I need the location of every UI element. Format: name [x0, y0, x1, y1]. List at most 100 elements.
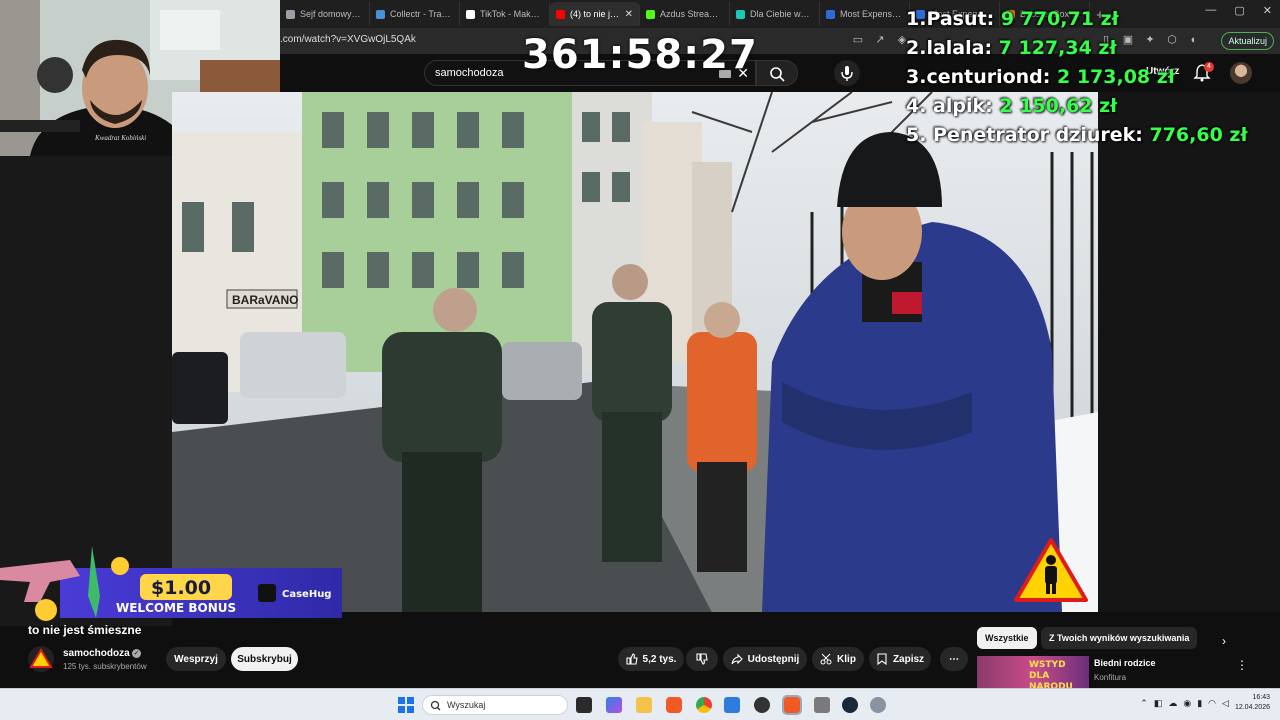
thumbnail-text: WSTYD DLA NARODU — [1029, 660, 1073, 688]
recommendation-title[interactable]: Biedni rodzice — [1094, 658, 1156, 668]
search-icon — [770, 67, 785, 82]
cloud-icon[interactable]: ☁ — [1168, 698, 1177, 709]
save-label: Zapisz — [892, 653, 925, 665]
leaderboard-row: 1.Pasut: 9 770,71 zł — [906, 8, 1119, 30]
ad-brand: CaseHug — [282, 589, 331, 600]
tray-chevron-icon[interactable]: ⌃ — [1140, 698, 1148, 709]
stream-timer: 361:58:27 — [522, 32, 758, 78]
system-tray: ⌃ ◧ ☁ ◉ ▮ ◠ ◁ 16:43 12.04.2026 — [1140, 693, 1270, 713]
voice-search-button[interactable] — [834, 60, 860, 86]
taskbar-search[interactable]: Wyszukaj — [422, 695, 568, 715]
video-player[interactable]: BARaVANO — [172, 92, 1098, 612]
tab-favicon-icon — [286, 9, 295, 19]
ad-amount: $1.00 — [151, 577, 211, 599]
store-icon[interactable] — [724, 697, 740, 713]
chip-from-search[interactable]: Z Twoich wyników wyszukiwania — [1041, 627, 1198, 649]
share-label: Udostępnij — [747, 653, 800, 665]
more-actions-button[interactable]: ⋯ — [940, 647, 968, 671]
save-button[interactable]: Zapisz — [869, 647, 931, 671]
chrome-icon[interactable] — [696, 697, 712, 713]
leaderboard-row: 2.lalala: 7 127,34 zł — [906, 37, 1117, 59]
calculator-icon[interactable] — [814, 697, 830, 713]
volume-icon[interactable]: ◁ — [1222, 698, 1229, 709]
taskbar-search-icon — [430, 700, 441, 711]
mic-tray-icon[interactable]: ▮ — [1197, 698, 1202, 709]
browser-tab-active[interactable]: (4) to nie jest ✕ — [550, 2, 640, 26]
network-icon[interactable]: ◉ — [1183, 698, 1191, 709]
support-button[interactable]: Wesprzyj — [166, 647, 226, 671]
clock-time: 16:43 — [1252, 694, 1270, 701]
verified-icon: ✓ — [132, 649, 141, 658]
windows-start-icon[interactable] — [398, 697, 414, 713]
clip-button[interactable]: Klip — [812, 647, 864, 671]
tab-favicon-icon — [826, 9, 835, 19]
ad-tagline: WELCOME BONUS — [116, 601, 236, 615]
recommendation-thumbnail[interactable]: WSTYD DLA NARODU — [977, 656, 1089, 688]
brave-active-icon[interactable] — [782, 695, 802, 715]
video-frame: BARaVANO — [172, 92, 1098, 612]
leaderboard-row: 3.centuriond: 2 173,08 zł — [906, 66, 1175, 88]
windows-taskbar: Wyszukaj ⌃ ◧ ☁ ◉ ▮ ◠ ◁ 16:43 12.04.2026 — [0, 688, 1280, 720]
browser-tab-2[interactable]: TikTok - Make Yo — [460, 2, 550, 26]
clock-date: 12.04.2026 — [1234, 704, 1270, 711]
tray-app-icon[interactable]: ◧ — [1154, 698, 1163, 709]
like-count: 5,2 tys. — [642, 653, 677, 665]
channel-warning-icon — [29, 648, 53, 668]
share-arrow-icon — [731, 653, 743, 665]
taskbar-clock[interactable]: 16:43 12.04.2026 — [1235, 693, 1270, 713]
mic-icon — [841, 66, 853, 81]
url-field[interactable]: .com/watch?v=XVGwOjL5QAk — [280, 34, 416, 45]
right-background-panel — [1098, 92, 1280, 612]
scissors-icon — [820, 653, 832, 665]
wifi-icon[interactable]: ◠ — [1208, 698, 1216, 709]
dislike-button[interactable] — [686, 647, 718, 671]
casehug-ad-banner[interactable]: $1.00 WELCOME BONUS CaseHug — [0, 546, 344, 626]
bookmark-icon — [877, 653, 887, 665]
settings-gear-icon[interactable] — [870, 697, 886, 713]
video-building-sign: BARaVANO — [232, 293, 298, 307]
thumbs-up-icon — [625, 653, 638, 665]
tab-favicon-icon — [376, 9, 385, 19]
video-person-3 — [687, 302, 757, 572]
donation-leaderboard: 1.Pasut: 9 770,71 zł 2.lalala: 7 127,34 … — [906, 8, 1266, 153]
recommendation-menu-icon[interactable]: ⋮ — [1236, 658, 1248, 672]
more-dots-icon: ⋯ — [949, 653, 959, 665]
task-view-icon[interactable] — [576, 697, 592, 713]
copilot-icon[interactable] — [606, 697, 622, 713]
steam-icon[interactable] — [842, 697, 858, 713]
warning-triangle-icon — [1014, 538, 1088, 602]
browser-tab-6[interactable]: Most Expensive S — [820, 2, 910, 26]
cast-icon[interactable]: ▭ — [852, 34, 864, 46]
thumbs-down-icon — [696, 653, 708, 665]
video-person-2 — [592, 264, 672, 562]
share-button[interactable]: Udostępnij — [723, 647, 807, 671]
recommendation-channel: Konfitura — [1094, 673, 1127, 682]
leaderboard-row: 4. alpik: 2 150,62 zł — [906, 95, 1118, 117]
search-button[interactable] — [756, 60, 798, 86]
tab-favicon-icon — [646, 9, 655, 19]
clip-label: Klip — [837, 653, 856, 665]
subscriber-count: 125 tys. subskrybentów — [63, 662, 147, 671]
browser-tab-5[interactable]: Dla Ciebie wszyst — [730, 2, 820, 26]
like-button[interactable]: 5,2 tys. — [618, 647, 684, 671]
webcam-shirt-text: Kwadrat Kobiński — [94, 134, 146, 142]
browser-tab-0[interactable]: Sejf domowy hot — [280, 2, 370, 26]
browser-tab-4[interactable]: Azdus Stream - W — [640, 2, 730, 26]
file-explorer-icon[interactable] — [636, 697, 652, 713]
ad-graphic: $1.00 WELCOME BONUS CaseHug — [0, 546, 342, 621]
channel-name[interactable]: samochodoza — [63, 648, 130, 659]
chips-next-chevron-icon[interactable]: › — [1222, 634, 1226, 648]
leaderboard-row: 5. Penetrator dziurek: 776,60 zł — [906, 124, 1248, 146]
obs-icon[interactable] — [754, 697, 770, 713]
channel-avatar[interactable] — [28, 646, 54, 672]
tab-favicon-icon — [466, 9, 475, 19]
tab-favicon-icon — [736, 9, 745, 19]
share-icon[interactable]: ↗ — [874, 34, 886, 46]
chip-all[interactable]: Wszystkie — [977, 627, 1037, 649]
subscribe-button[interactable]: Subskrybuj — [231, 647, 298, 671]
video-title: to nie jest śmieszne — [28, 623, 142, 637]
brave-taskbar-icon[interactable] — [666, 697, 682, 713]
browser-tab-1[interactable]: Collectr - Track th — [370, 2, 460, 26]
tab-favicon-icon — [556, 9, 565, 19]
tab-close-icon[interactable]: ✕ — [625, 9, 633, 20]
